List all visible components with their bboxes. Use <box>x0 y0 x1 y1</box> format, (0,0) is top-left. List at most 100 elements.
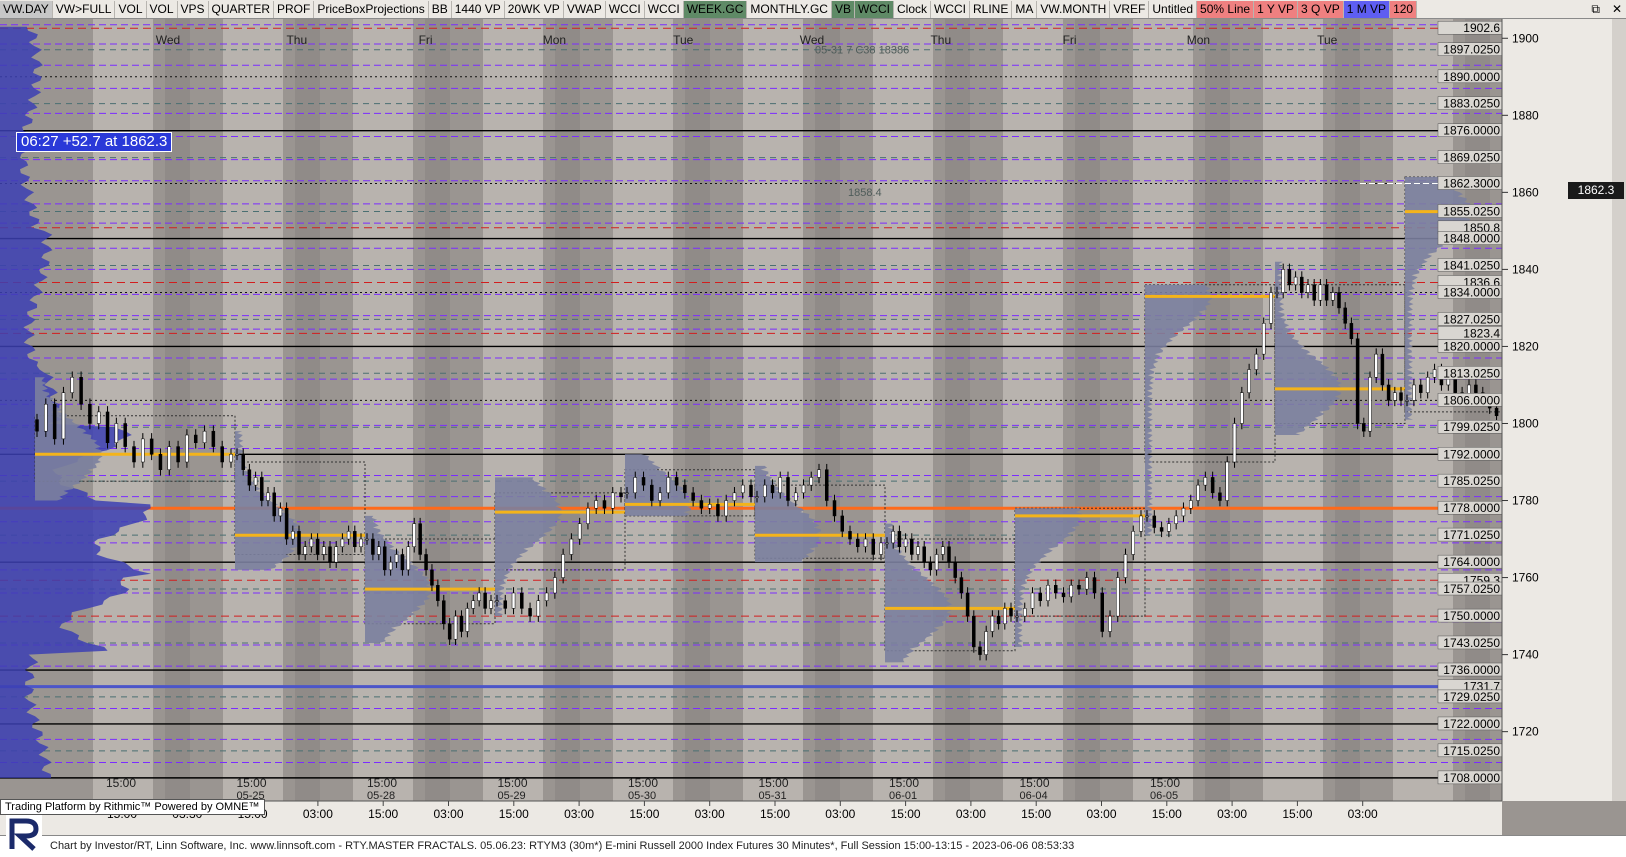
day-label: Fri <box>1063 33 1077 47</box>
price-chart[interactable]: 1858.405-31 7 C38 18386Wed Thu Fri Mon Tue We… <box>0 19 1626 835</box>
candle-body <box>114 423 119 443</box>
toolbar-button-wcci[interactable]: WCCI <box>606 0 645 18</box>
candle-body <box>365 538 369 541</box>
toolbar-button-ma[interactable]: MA <box>1012 0 1038 18</box>
toolbar-button-1-y-vp[interactable]: 1 Y VP <box>1254 0 1299 18</box>
candle-body <box>553 577 557 594</box>
toolbar-button-prof[interactable]: PROF <box>274 0 315 18</box>
toolbar-button-1440-vp[interactable]: 1440 VP <box>452 0 505 18</box>
toolbar-button-vref[interactable]: VREF <box>1110 0 1150 18</box>
candle-body <box>619 492 623 497</box>
candle-body <box>770 484 775 494</box>
toolbar-button-1-m-vp[interactable]: 1 M VP <box>1343 0 1391 18</box>
candle-body <box>897 531 902 548</box>
toolbar-button-120[interactable]: 120 <box>1390 0 1418 18</box>
candle-body <box>1030 592 1035 609</box>
candle-body <box>176 446 180 463</box>
candle-body <box>674 477 679 486</box>
candle-body <box>1210 477 1215 494</box>
candle-body <box>149 438 154 455</box>
level-label: 1708.0000 <box>1443 771 1500 785</box>
candle-body <box>1355 338 1360 424</box>
toolbar-button-quarter[interactable]: QUARTER <box>209 0 274 18</box>
toolbar-button-vb[interactable]: VB <box>831 0 855 18</box>
session-date-label: 05-29 <box>498 790 526 802</box>
toolbar-button-vol[interactable]: VOL <box>115 0 147 18</box>
candle-body <box>193 434 198 443</box>
toolbar-button-50-line[interactable]: 50% Line <box>1197 0 1255 18</box>
toolbar-button-week-gc[interactable]: WEEK.GC <box>683 0 748 18</box>
toolbar-button-vw-full[interactable]: VW>FULL <box>53 0 116 18</box>
toolbar-button-vps[interactable]: VPS <box>178 0 209 18</box>
chart-annotation: 05-31 7 C38 18386 <box>815 45 909 57</box>
vertical-scrollbar[interactable] <box>1612 19 1626 801</box>
restore-window-icon[interactable]: ⧉ <box>1591 0 1600 19</box>
level-label: 1806.0000 <box>1443 393 1500 407</box>
level-label: 1890.0000 <box>1443 70 1500 84</box>
toolbar-button-vw-month[interactable]: VW.MONTH <box>1037 0 1111 18</box>
level-label: 1729.0250 <box>1443 690 1500 704</box>
candle-body <box>303 546 307 555</box>
x-tick-label: 03:00 <box>303 807 333 821</box>
level-label: 1827.0250 <box>1443 312 1500 326</box>
toolbar-button-rline[interactable]: RLINE <box>970 0 1013 18</box>
session-date-label: 15:00 <box>106 776 136 790</box>
candle-body <box>1061 592 1066 598</box>
toolbar-button-priceboxprojections[interactable]: PriceBoxProjections <box>314 0 429 18</box>
toolbar-button-vw-day[interactable]: VW.DAY <box>0 0 53 18</box>
candle-body <box>442 600 446 625</box>
candle-body <box>241 454 245 470</box>
candle-body <box>840 515 844 532</box>
candle-body <box>185 434 189 463</box>
toolbar-button-untitled[interactable]: Untitled <box>1149 0 1198 18</box>
x-tick-label: 15:00 <box>760 807 790 821</box>
candle-body <box>430 569 434 586</box>
candle-body <box>105 411 110 443</box>
session-date-label: 06-01 <box>889 790 917 802</box>
candle-body <box>1189 500 1193 509</box>
level-label: 1897.0250 <box>1443 43 1500 57</box>
close-window-icon[interactable]: ✕ <box>1612 0 1622 19</box>
toolbar-button-vol[interactable]: VOL <box>147 0 178 18</box>
toolbar-button-wcci[interactable]: WCCI <box>931 0 970 18</box>
candle-body <box>371 538 375 555</box>
y-tick-label: 1720 <box>1512 725 1539 739</box>
y-tick-label: 1740 <box>1512 648 1539 662</box>
candle-body <box>489 600 493 609</box>
level-label: 1715.0250 <box>1443 744 1500 758</box>
candle-body <box>641 477 646 486</box>
toolbar-button-wcci[interactable]: WCCI <box>854 0 894 18</box>
day-label: Thu <box>286 33 307 47</box>
toolbar-button-clock[interactable]: Clock <box>894 0 931 18</box>
candle-body <box>132 446 136 463</box>
candle-body <box>972 615 976 648</box>
candle-body <box>910 538 914 555</box>
session-date-label: 15:00 <box>1150 776 1180 790</box>
candle-body <box>1254 353 1259 370</box>
level-label: 1757.0250 <box>1443 582 1500 596</box>
session-date-label: 05-30 <box>628 790 656 802</box>
candle-body <box>1181 507 1186 517</box>
candle-body <box>88 403 92 424</box>
toolbar-button-20wk-vp[interactable]: 20WK VP <box>505 0 564 18</box>
candle-body <box>477 592 481 601</box>
y-tick-label: 1860 <box>1512 185 1539 199</box>
candle-body <box>1203 477 1208 486</box>
toolbar-button-bb[interactable]: BB <box>429 0 452 18</box>
candle-body <box>809 477 813 486</box>
candle-body <box>763 484 767 497</box>
candle-body <box>953 561 957 578</box>
candle-body <box>1425 377 1430 393</box>
indicator-toolbar: VW.DAY VW>FULL VOL VOL VPS QUARTER PROF PriceBo… <box>0 0 1626 19</box>
toolbar-button-vwap[interactable]: VWAP <box>564 0 606 18</box>
candle-body <box>315 538 320 555</box>
candle-body <box>377 546 381 555</box>
toolbar-button-monthly-gc[interactable]: MONTHLY.GC <box>747 0 832 18</box>
x-tick-label: 15:00 <box>1282 807 1312 821</box>
candle-body <box>1131 531 1135 555</box>
candle-body <box>1399 392 1403 401</box>
candle-body <box>732 492 737 501</box>
toolbar-button-3-q-vp[interactable]: 3 Q VP <box>1298 0 1344 18</box>
level-label: 1771.0250 <box>1443 528 1500 542</box>
toolbar-button-wcci[interactable]: WCCI <box>645 0 684 18</box>
